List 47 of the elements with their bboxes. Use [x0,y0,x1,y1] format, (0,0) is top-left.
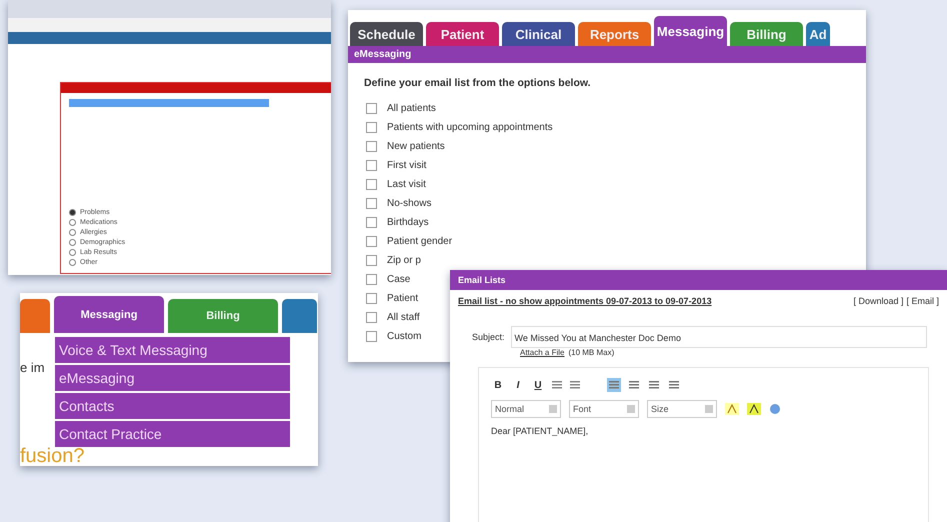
nav-tab[interactable]: Messaging [54,296,164,333]
section-header: eMessaging [348,46,866,63]
checkbox-option[interactable]: No-shows [366,194,432,213]
checkbox-option[interactable]: Patients with upcoming appointments [366,118,553,137]
checkbox-option[interactable]: Patient [366,289,418,308]
checkbox-option[interactable]: Patient gender [366,232,452,251]
subject-label: Subject: [472,332,505,342]
menu-item[interactable]: Contacts [55,393,290,419]
format-button[interactable]: B [491,378,505,392]
checkbox-option[interactable]: Last visit [366,175,426,194]
checkbox-option[interactable]: All staff [366,308,420,327]
nav-tab[interactable]: Clinical [502,22,575,46]
nav-tab[interactable]: Ad [806,22,830,46]
checkbox-option[interactable]: All patients [366,99,436,118]
action-link[interactable]: [ Email ] [906,296,939,306]
highlight-icon[interactable] [747,403,761,415]
nav-tab[interactable]: Messaging [654,16,727,46]
nav-tab[interactable]: Schedule [350,22,423,46]
menu-item[interactable]: Contact Practice [55,421,290,447]
checkbox-option[interactable]: Case [366,270,410,289]
checkbox-option[interactable]: First visit [366,156,426,175]
message-body[interactable]: Dear [PATIENT_NAME], [491,426,916,436]
format-button[interactable]: I [511,378,525,392]
subject-field[interactable]: We Missed You at Manchester Doc Demo [510,326,927,348]
attach-note: (10 MB Max) [568,348,614,357]
window-title: Email Lists [450,270,947,290]
align-button[interactable] [607,378,621,392]
dropdown[interactable]: Font [569,400,639,418]
list-icon[interactable] [551,380,563,390]
text-color-icon[interactable] [725,403,739,415]
nav-tab[interactable]: Patient [426,22,499,46]
dropdown[interactable]: Size [647,400,717,418]
menu-item[interactable]: Voice & Text Messaging [55,337,290,363]
checkbox-option[interactable]: New patients [366,137,445,156]
checkbox-option[interactable]: Custom [366,327,422,346]
list-icon[interactable] [569,380,581,390]
dropdown[interactable]: Normal [491,400,561,418]
page-text: e im [20,360,45,375]
checkbox-option[interactable]: Birthdays [366,213,429,232]
format-button[interactable]: U [531,378,545,392]
page-heading: fusion? [20,445,84,466]
list-link[interactable]: Email list - no show appointments 09-07-2013 to 09-07-2013 [458,296,712,306]
instruction-text: Define your email list from the options below. [363,76,592,91]
action-link[interactable]: [ Download ] [853,296,904,306]
menu-item[interactable]: eMessaging [55,365,290,391]
checkbox-option[interactable]: Zip or p [366,251,421,270]
attach-link[interactable]: Attach a File [520,348,564,357]
